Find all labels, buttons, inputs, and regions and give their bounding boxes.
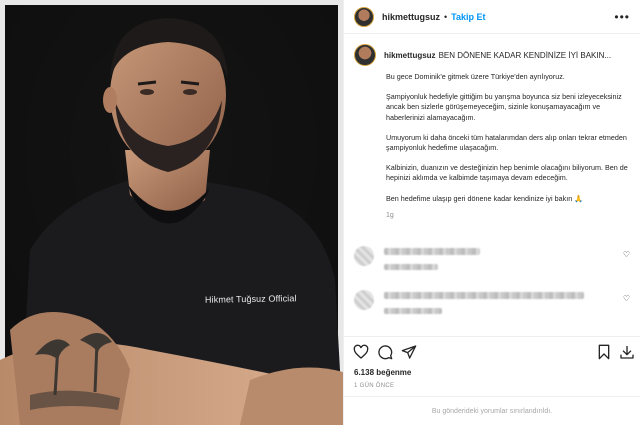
- heart-icon[interactable]: ♡: [623, 250, 630, 259]
- caption-paragraph: Bu gece Dominik'e gitmek üzere Türkiye'd…: [386, 72, 565, 81]
- action-bar: [344, 336, 640, 367]
- download-icon[interactable]: [619, 344, 635, 360]
- follow-button[interactable]: Takip Et: [451, 12, 485, 22]
- caption-headline: BEN DÖNENE KADAR KENDİNİZE İYİ BAKIN...: [438, 50, 612, 60]
- post-caption: hikmettugsuz BEN DÖNENE KADAR KENDİNİZE İ…: [344, 34, 640, 219]
- post-side-panel: hikmettugsuz • Takip Et ••• hikmettugsuz…: [343, 0, 640, 425]
- comment-avatar: [354, 246, 374, 266]
- heart-icon[interactable]: [353, 344, 369, 360]
- blurred-comment-text: [384, 292, 584, 299]
- shirt-print-text: Hikmet Tuğsuz Official: [204, 293, 297, 305]
- paper-plane-icon[interactable]: [401, 344, 417, 360]
- more-options-icon[interactable]: •••: [614, 10, 630, 24]
- comment-avatar: [354, 290, 374, 310]
- post-photo[interactable]: Hikmet Tuğsuz Official: [0, 0, 343, 425]
- caption-paragraph: Kalbinizin, duanızın ve desteğinizin hep…: [386, 163, 628, 183]
- comment-item-blurred[interactable]: ♡: [354, 288, 630, 328]
- comments-limited-notice: Bu gönderideki yorumlar sınırlandırıldı.: [344, 396, 640, 426]
- caption-avatar[interactable]: [354, 44, 376, 66]
- comment-icon[interactable]: [377, 344, 393, 360]
- caption-headline-row: hikmettugsuz BEN DÖNENE KADAR KENDİNİZE İ…: [384, 51, 611, 60]
- post-date: 1 GÜN ÖNCE: [354, 383, 395, 389]
- avatar[interactable]: [354, 6, 374, 27]
- blurred-comment-text: [384, 248, 480, 255]
- caption-username[interactable]: hikmettugsuz: [384, 51, 436, 60]
- post-image: [0, 0, 343, 425]
- comment-item-blurred[interactable]: ♡: [354, 244, 630, 284]
- header-username[interactable]: hikmettugsuz: [382, 12, 440, 22]
- bookmark-icon[interactable]: [596, 344, 612, 360]
- caption-paragraph: Ben hedefime ulaşıp geri dönene kadar ke…: [386, 193, 584, 203]
- caption-body: Bu gece Dominik'e gitmek üzere Türkiye'd…: [386, 72, 630, 204]
- blurred-comment-meta: [384, 308, 442, 314]
- likes-count[interactable]: 6.138 beğenme: [354, 368, 411, 377]
- heart-icon[interactable]: ♡: [623, 294, 630, 303]
- caption-paragraph: Umuyorum ki daha önceki tüm hatalarımdan…: [386, 132, 627, 153]
- instagram-post: Hikmet Tuğsuz Official hikmettugsuz • Ta…: [0, 0, 640, 425]
- caption-paragraph: Şampiyonluk hedefiyle gittiğim bu yarışm…: [386, 92, 622, 122]
- post-header: hikmettugsuz • Takip Et •••: [344, 0, 640, 34]
- separator-dot: •: [444, 11, 448, 22]
- caption-head: hikmettugsuz BEN DÖNENE KADAR KENDİNİZE İ…: [354, 44, 630, 66]
- caption-time-ago: 1g: [386, 211, 394, 219]
- blurred-comment-meta: [384, 264, 438, 270]
